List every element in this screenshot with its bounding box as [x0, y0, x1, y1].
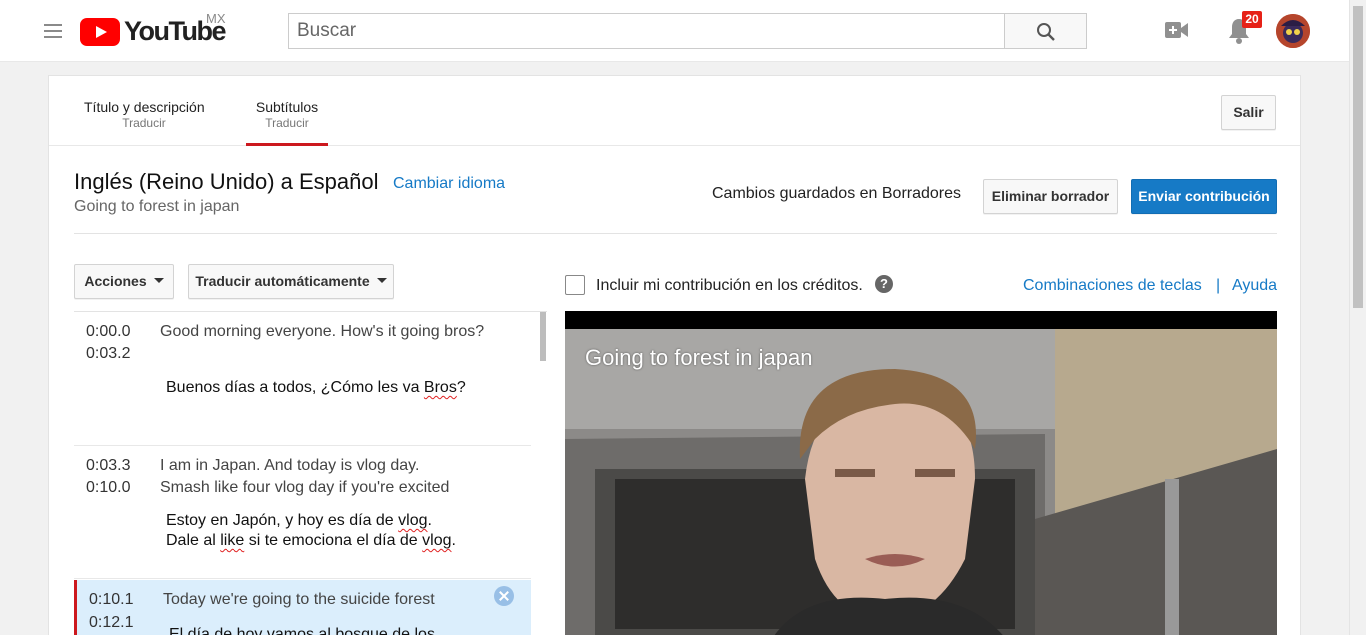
link-separator: |	[1216, 277, 1221, 294]
caption-source-text: Today we're going to the suicide forest	[163, 591, 435, 608]
remove-caption-icon[interactable]	[494, 586, 514, 606]
video-still	[565, 329, 1277, 635]
scrollbar-thumb[interactable]	[1353, 6, 1363, 308]
caption-source-text: Good morning everyone. How's it going br…	[160, 323, 485, 340]
actions-dropdown[interactable]: Acciones	[74, 264, 174, 299]
video-title: Going to forest in japan	[74, 198, 240, 215]
delete-draft-button[interactable]: Eliminar borrador	[983, 179, 1118, 214]
caption-end-time: 0:03.2	[86, 345, 131, 362]
menu-icon[interactable]	[44, 24, 62, 38]
tabs-bar: Título y descripción Traducir Subtítulos…	[49, 76, 1300, 146]
notification-badge: 20	[1242, 11, 1262, 28]
save-status: Cambios guardados en Borradores	[712, 185, 962, 202]
tab-subtitles[interactable]: Subtítulos Traducir	[246, 99, 328, 146]
video-camera-icon[interactable]	[1164, 19, 1189, 46]
help-link[interactable]: Ayuda	[1232, 277, 1277, 295]
exit-button[interactable]: Salir	[1221, 95, 1276, 130]
video-player[interactable]: Going to forest in japan	[565, 311, 1277, 635]
caret-down-icon	[376, 277, 387, 283]
caption-row[interactable]: 0:00.0 0:03.2 Good morning everyone. How…	[74, 312, 531, 446]
auto-translate-label: Traducir automáticamente	[195, 273, 370, 289]
tab-sublabel: Traducir	[265, 116, 309, 130]
tab-title-description[interactable]: Título y descripción Traducir	[84, 99, 205, 130]
play-icon	[80, 18, 120, 46]
search-input[interactable]	[289, 14, 1005, 48]
help-icon[interactable]: ?	[875, 275, 893, 293]
page-scrollbar[interactable]	[1349, 0, 1366, 635]
caption-source-line: Smash like four vlog day if you're excit…	[160, 479, 450, 496]
search-box	[288, 13, 1005, 49]
translation-editor-card: Título y descripción Traducir Subtítulos…	[48, 75, 1301, 635]
caption-translation-line[interactable]: Estoy en Japón, y hoy es día de vlog.	[166, 511, 496, 531]
caption-list-scrollbar[interactable]	[540, 312, 546, 361]
page-title: Inglés (Reino Unido) a Español	[74, 169, 379, 194]
submit-contribution-button[interactable]: Enviar contribución	[1131, 179, 1277, 214]
player-title: Going to forest in japan	[585, 345, 813, 370]
caption-list: 0:00.0 0:03.2 Good morning everyone. How…	[74, 311, 547, 635]
tab-label: Subtítulos	[255, 99, 319, 115]
change-language-link[interactable]: Cambiar idioma	[393, 175, 505, 193]
search-button[interactable]	[1004, 13, 1087, 49]
region-code: MX	[206, 11, 226, 26]
caret-down-icon	[153, 277, 164, 283]
keyboard-shortcuts-link[interactable]: Combinaciones de teclas	[1023, 277, 1202, 295]
caption-start-time: 0:03.3	[86, 457, 131, 474]
actions-label: Acciones	[84, 273, 147, 289]
caption-row-active[interactable]: 0:10.1 0:12.1 Today we're going to the s…	[74, 580, 531, 635]
caption-source-line: I am in Japan. And today is vlog day.	[160, 457, 420, 474]
divider	[74, 233, 1277, 234]
caption-end-time: 0:10.0	[86, 479, 131, 496]
masthead: YouTube MX 20	[0, 0, 1366, 62]
caption-start-time: 0:10.1	[89, 591, 134, 608]
credits-checkbox[interactable]	[565, 275, 585, 295]
video-frame: Going to forest in japan	[565, 329, 1277, 635]
search-icon	[1037, 23, 1055, 41]
caption-translation-line[interactable]: Dale al like si te emociona el día de vl…	[166, 531, 496, 551]
credits-label: Incluir mi contribución en los créditos.	[596, 277, 863, 294]
tab-label: Título y descripción	[84, 99, 205, 115]
caption-start-time: 0:00.0	[86, 323, 131, 340]
caption-end-time: 0:12.1	[89, 614, 134, 631]
auto-translate-dropdown[interactable]: Traducir automáticamente	[188, 264, 394, 299]
tab-sublabel: Traducir	[122, 116, 166, 130]
caption-translation[interactable]: Buenos días a todos, ¿Cómo les va Bros?	[166, 378, 496, 398]
caption-translation[interactable]: El día de hoy vamos al bosque de los	[169, 625, 499, 635]
avatar[interactable]	[1276, 14, 1310, 48]
caption-row[interactable]: 0:03.3 0:10.0 I am in Japan. And today i…	[74, 446, 531, 579]
